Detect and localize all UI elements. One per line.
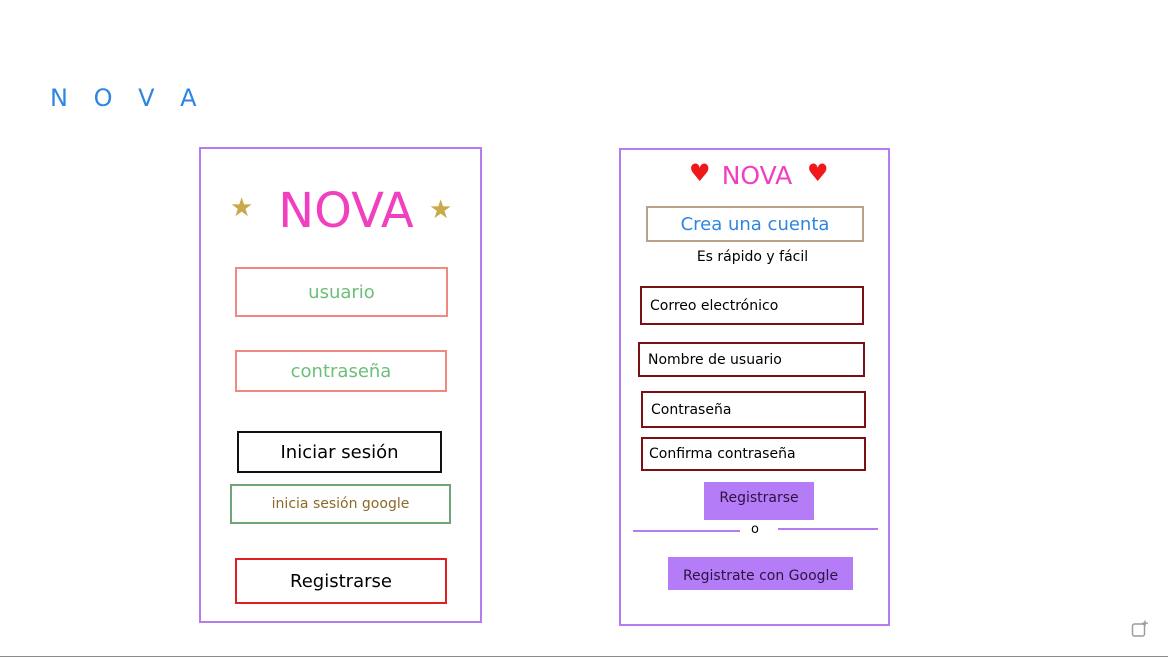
new-username-field[interactable]: Nombre de usuario [638, 342, 865, 377]
register-button[interactable]: Registrarse [235, 558, 447, 604]
create-account-heading: Crea una cuenta [646, 206, 864, 242]
new-password-field[interactable]: Contraseña [641, 391, 866, 428]
app-brand-title: N O V A [50, 84, 206, 112]
star-icon: ★ [429, 195, 453, 225]
heart-icon: ♥ [807, 159, 829, 187]
confirm-password-field[interactable]: Confirma contraseña [641, 437, 866, 471]
login-title: NOVA [278, 183, 414, 239]
divider-line-left [633, 530, 740, 532]
google-signup-button[interactable]: Registrate con Google [668, 557, 853, 590]
add-comment-icon[interactable] [1131, 620, 1149, 638]
password-field[interactable]: contraseña [235, 350, 447, 392]
signup-register-button[interactable]: Registrarse [704, 482, 814, 520]
signup-subtitle: Es rápido y fácil [696, 249, 809, 265]
login-button[interactable]: Iniciar sesión [237, 431, 442, 473]
email-field[interactable]: Correo electrónico [640, 286, 864, 325]
google-login-button[interactable]: inicia sesión google [230, 484, 451, 524]
heart-icon: ♥ [689, 159, 711, 187]
star-icon: ★ [230, 193, 254, 223]
username-field[interactable]: usuario [235, 267, 448, 317]
divider-line-right [778, 528, 878, 530]
bottom-divider [0, 656, 1168, 657]
signup-title: NOVA [721, 160, 793, 190]
divider-text: o [751, 521, 759, 537]
